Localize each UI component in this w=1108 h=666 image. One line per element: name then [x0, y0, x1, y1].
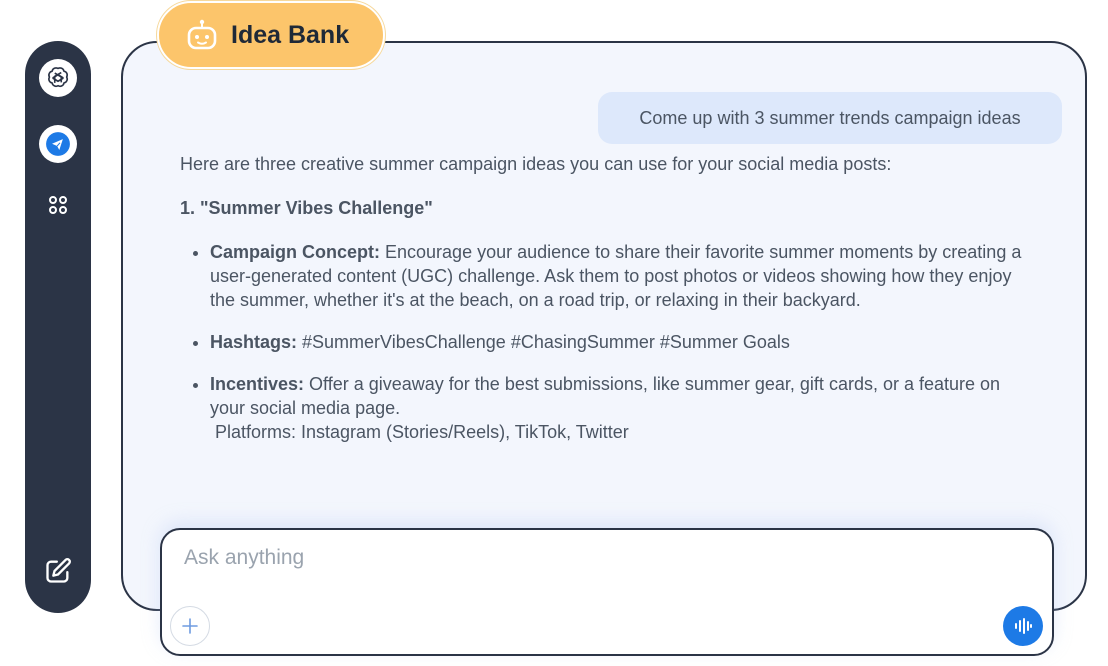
send-icon [46, 132, 70, 156]
send-button[interactable] [39, 125, 77, 163]
apps-button[interactable] [39, 186, 77, 224]
sidebar [25, 41, 91, 613]
bullet-label: Hashtags: [210, 332, 298, 352]
apps-grid-icon [49, 196, 67, 214]
robot-icon [187, 19, 217, 50]
idea-details: Campaign Concept: Encourage your audienc… [180, 240, 1050, 444]
idea-title: 1. "Summer Vibes Challenge" [180, 198, 433, 218]
add-attachment-button[interactable] [170, 606, 210, 646]
new-chat-button[interactable] [39, 552, 77, 590]
assistant-response: Here are three creative summer campaign … [180, 152, 1050, 462]
edit-icon [46, 558, 71, 583]
voice-wave-icon [1015, 618, 1032, 634]
app-title: Idea Bank [231, 20, 350, 49]
bullet-text: Offer a giveaway for the best submission… [210, 374, 1001, 418]
response-intro: Here are three creative summer campaign … [180, 154, 892, 174]
bullet-text: #SummerVibesChallenge #ChasingSummer #Su… [297, 332, 790, 352]
user-message: Come up with 3 summer trends campaign id… [598, 92, 1062, 144]
bullet-label: Campaign Concept: [210, 242, 381, 262]
list-item: Incentives: Offer a giveaway for the bes… [210, 372, 1050, 444]
list-item: Hashtags: #SummerVibesChallenge #Chasing… [210, 330, 1050, 354]
bullet-label: Incentives: [210, 374, 305, 394]
platforms-text: Platforms: Instagram (Stories/Reels), Ti… [215, 422, 629, 442]
list-item: Campaign Concept: Encourage your audienc… [210, 240, 1050, 312]
openai-icon [48, 67, 69, 88]
voice-input-button[interactable] [1003, 606, 1043, 646]
chat-input[interactable] [182, 542, 1026, 574]
message-composer [160, 528, 1054, 656]
app-title-badge: Idea Bank [157, 1, 385, 69]
openai-button[interactable] [39, 59, 77, 97]
plus-icon [182, 618, 198, 634]
